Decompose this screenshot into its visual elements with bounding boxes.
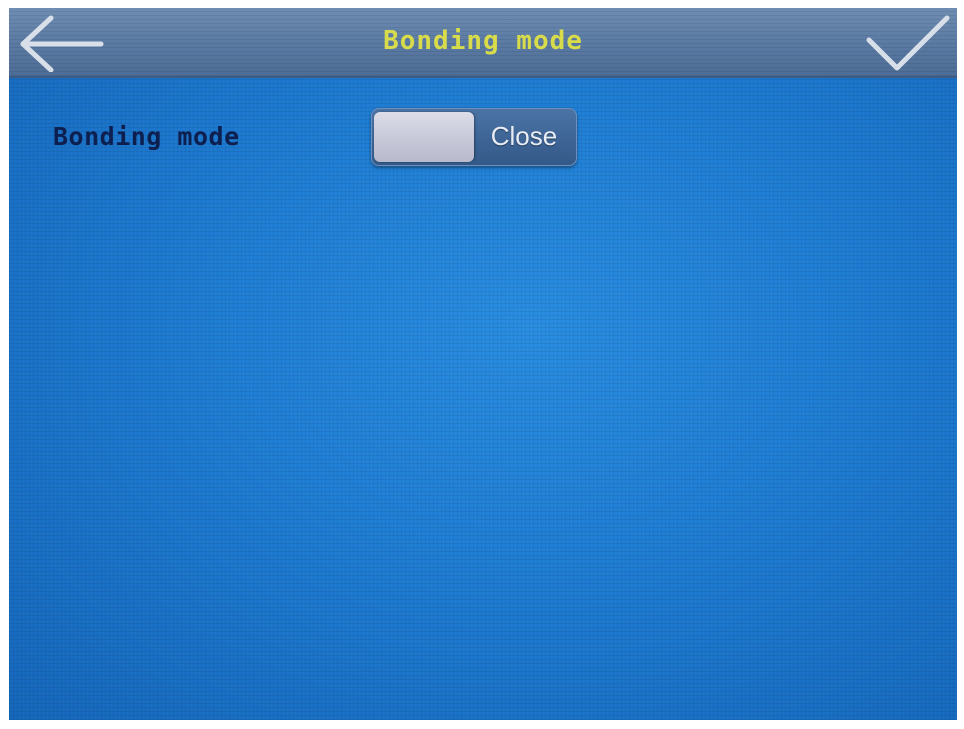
page-title: Bonding mode bbox=[383, 26, 583, 56]
bonding-mode-toggle[interactable]: Close bbox=[371, 108, 577, 166]
checkmark-icon bbox=[866, 15, 950, 71]
bonding-mode-label: Bonding mode bbox=[53, 122, 240, 151]
device-screen: Bonding mode Bonding mode Close bbox=[9, 8, 957, 720]
toggle-state-text: Close bbox=[490, 121, 558, 151]
confirm-button[interactable] bbox=[863, 14, 953, 72]
title-bar: Bonding mode bbox=[9, 8, 957, 78]
toggle-knob[interactable] bbox=[374, 112, 474, 162]
